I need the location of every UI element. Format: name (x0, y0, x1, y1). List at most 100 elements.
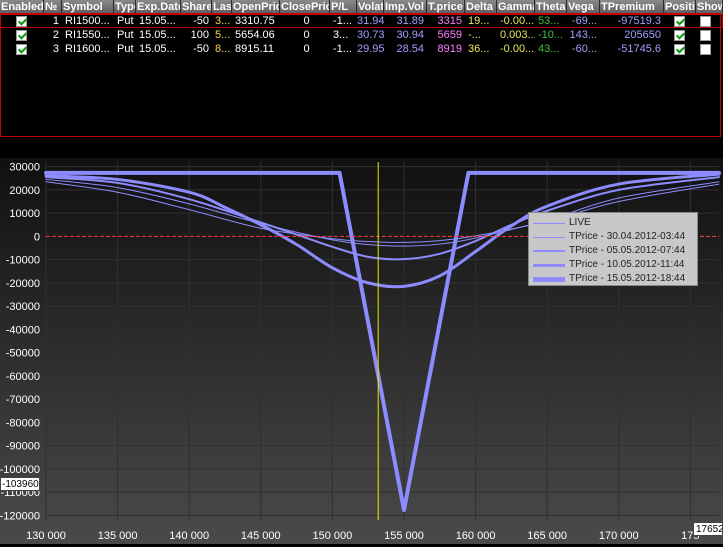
legend-label: TPrice - 30.04.2012-03:44 (569, 231, 686, 242)
y-tick-label: 20000 (9, 185, 40, 197)
cell-gamma: -0.00... (500, 43, 535, 55)
col-header-gamma[interactable]: Gamma (497, 0, 535, 14)
enabled-checkbox[interactable] (16, 30, 27, 41)
col-header-delta[interactable]: Delta (465, 0, 497, 14)
cell-open: 5654.06 (235, 29, 275, 41)
position-checkbox[interactable] (674, 30, 685, 41)
cell-delta: 36... (468, 43, 490, 55)
legend-label: LIVE (569, 217, 591, 228)
y-tick-label: -10000 (6, 255, 40, 267)
legend-swatch (533, 223, 565, 224)
col-header-num[interactable]: № (44, 0, 62, 14)
cell-delta: -... (468, 29, 481, 41)
y-tick-label: -90000 (6, 441, 40, 453)
cell-tprem: -51745.6 (617, 43, 661, 55)
x-tick-label: 170 000 (599, 530, 639, 542)
cell-type: Put (117, 15, 134, 27)
col-header-theta[interactable]: Theta (535, 0, 567, 14)
cell-share: -50 (193, 43, 209, 55)
y-tick-label: -80000 (6, 417, 40, 429)
y-tick-label: -50000 (6, 348, 40, 360)
cell-symbol: RI1550... (65, 29, 110, 41)
y-tick-label: 0 (34, 231, 40, 243)
x-tick-label: 150 000 (313, 530, 353, 542)
cell-iv: 28.54 (396, 43, 424, 55)
col-header-tprice[interactable]: T.price (427, 0, 465, 14)
col-header-vega[interactable]: Vega (567, 0, 600, 14)
cell-symbol: RI1500... (65, 15, 110, 27)
enabled-checkbox[interactable] (16, 44, 27, 55)
col-header-vol[interactable]: Volatility (357, 0, 384, 14)
splitter[interactable] (0, 138, 723, 158)
x-tick-label: 165 000 (527, 530, 567, 542)
legend-item: TPrice - 10.05.2012-11:44 (529, 258, 699, 271)
y-tick-label: 30000 (9, 162, 40, 174)
show-checkbox[interactable] (700, 30, 711, 41)
col-header-iv[interactable]: Imp.Vol (384, 0, 427, 14)
cell-iv: 31.89 (396, 15, 424, 27)
legend-swatch (533, 277, 565, 282)
col-header-enabled[interactable]: Enabled (0, 0, 44, 14)
cell-tprem: 205650 (624, 29, 661, 41)
cell-vol: 30.73 (357, 29, 384, 41)
cell-vega: 143... (569, 29, 597, 41)
col-header-share[interactable]: Share (181, 0, 212, 14)
cell-share: -50 (193, 15, 209, 27)
legend-item: TPrice - 15.05.2012-18:44 (529, 272, 699, 285)
cell-symbol: RI1600... (65, 43, 110, 55)
x-cursor-readout: 17652 (693, 522, 723, 536)
cell-last: 3... (215, 15, 231, 27)
cell-close: 0 (303, 15, 310, 27)
cell-num: 3 (52, 43, 59, 55)
legend-label: TPrice - 15.05.2012-18:44 (569, 273, 686, 284)
col-header-pl[interactable]: P/L (330, 0, 357, 14)
legend-item: TPrice - 30.04.2012-03:44 (529, 230, 699, 243)
cell-num: 2 (52, 29, 59, 41)
col-header-symbol[interactable]: Symbol (62, 0, 114, 14)
cell-exp: 15.05... (139, 43, 176, 55)
cell-vega: -69... (571, 15, 597, 27)
table-row[interactable]: 2 RI1550... Put 15.05... 100 5... 5654.06 0 3...… (0, 28, 723, 42)
cell-open: 8915.11 (235, 43, 274, 55)
legend-label: TPrice - 05.05.2012-07:44 (569, 245, 686, 256)
cell-exp: 15.05... (139, 29, 176, 41)
legend-label: TPrice - 10.05.2012-11:44 (569, 259, 685, 270)
enabled-checkbox[interactable] (16, 16, 27, 27)
y-tick-label: -20000 (6, 278, 40, 290)
cell-vega: -60... (571, 43, 597, 55)
cell-gamma: 0.003... (500, 29, 535, 41)
x-tick-label: 160 000 (456, 530, 496, 542)
cell-vol: 29.95 (357, 43, 384, 55)
show-checkbox[interactable] (700, 44, 711, 55)
col-header-type[interactable]: Type (114, 0, 136, 14)
col-header-tprem[interactable]: TPremium (600, 0, 664, 14)
y-cursor-readout: -103960 (0, 477, 40, 491)
table-row[interactable]: 1 RI1500... Put 15.05... -50 3... 3310.75 0 -1..… (0, 14, 723, 28)
col-header-close[interactable]: ClosePrice (280, 0, 330, 14)
col-header-show[interactable]: Show (696, 0, 723, 14)
cell-tprem: -97519.3 (617, 15, 661, 27)
col-header-open[interactable]: OpenPrice (232, 0, 280, 14)
cell-pl: 3... (333, 29, 349, 41)
table-row[interactable]: 3 RI1600... Put 15.05... -50 8... 8915.11 0 -1..… (0, 42, 723, 56)
cell-tprice: 5659 (437, 29, 462, 41)
legend-item: TPrice - 05.05.2012-07:44 (529, 244, 699, 257)
cell-pl: -1... (333, 43, 352, 55)
legend-swatch (533, 237, 565, 238)
show-checkbox[interactable] (700, 16, 711, 27)
cell-theta: 43... (538, 43, 560, 55)
y-tick-label: -30000 (6, 301, 40, 313)
cell-close: 0 (303, 43, 310, 55)
x-tick-label: 140 000 (169, 530, 209, 542)
x-tick-label: 130 000 (26, 530, 66, 542)
cell-open: 3310.75 (235, 15, 275, 27)
col-header-last[interactable]: Last (212, 0, 232, 14)
cell-vol: 31.94 (357, 15, 384, 27)
legend-swatch (533, 264, 565, 267)
col-header-position[interactable]: Position (664, 0, 696, 14)
legend-item: LIVE (529, 216, 699, 229)
col-header-exp[interactable]: Exp.Date (136, 0, 181, 14)
legend-swatch (533, 250, 565, 252)
position-checkbox[interactable] (674, 16, 685, 27)
position-checkbox[interactable] (674, 44, 685, 55)
